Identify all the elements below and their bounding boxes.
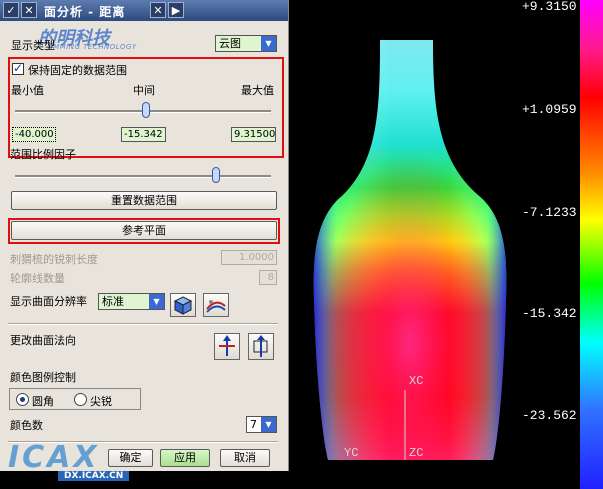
color-legend-bar	[580, 0, 603, 489]
scale-slider-track[interactable]	[15, 175, 271, 178]
divider	[8, 323, 278, 325]
radio-round-label: 圆角	[32, 395, 54, 408]
cancel-button[interactable]: 取消	[220, 449, 270, 467]
icax-watermark-logo: ICAX	[8, 440, 100, 475]
chevron-right-icon[interactable]: ▶	[168, 2, 184, 18]
keep-range-label: 保持固定的数据范围	[28, 64, 127, 77]
radio-round[interactable]	[16, 393, 29, 406]
legend-control-label: 颜色图例控制	[10, 371, 76, 384]
surface-mesh-icon[interactable]	[203, 293, 229, 317]
reverse-normal-icon[interactable]	[214, 333, 240, 360]
legend-style-radio-group: 圆角 尖锐	[9, 388, 141, 410]
spike-length-field[interactable]: 1.0000	[221, 250, 277, 265]
specify-normal-icon[interactable]	[248, 333, 274, 360]
display-type-label: 显示类型	[11, 39, 55, 52]
min-label: 最小值	[11, 84, 44, 97]
close-icon[interactable]: ✕	[21, 2, 37, 18]
cube-icon[interactable]	[170, 293, 196, 317]
chevron-down-icon: ▼	[261, 417, 276, 432]
legend-value-4: -15.342	[522, 306, 577, 321]
face-analysis-dialog: ✓ ✕ 面分析 - 距离 ✕ ▶ 的明科技 JIMMING TECHNOLOGY…	[0, 0, 289, 471]
display-type-select[interactable]: 云图 ▼	[215, 35, 277, 52]
close-icon-right[interactable]: ✕	[150, 2, 166, 18]
check-icon[interactable]: ✓	[3, 2, 19, 18]
legend-value-max: +9.3150	[522, 0, 577, 14]
radio-sharp-label: 尖锐	[90, 395, 112, 408]
scale-slider-thumb[interactable]	[212, 167, 220, 183]
scale-factor-label: 范围比例因子	[10, 148, 76, 161]
dialog-title: 面分析 - 距离	[44, 5, 126, 19]
axis-yc-label: YC	[344, 446, 359, 460]
spike-length-label: 刺猬梳的锐刺长度	[10, 253, 98, 266]
contour-count-field[interactable]: 8	[259, 270, 277, 285]
min-value-field[interactable]: -40.000	[12, 127, 56, 142]
mid-label: 中间	[133, 84, 155, 97]
axis-zc-label: ZC	[409, 446, 424, 460]
mid-slider-thumb[interactable]	[142, 102, 150, 118]
display-type-value: 云图	[219, 37, 241, 50]
reference-plane-button[interactable]: 参考平面	[11, 221, 277, 240]
radio-sharp[interactable]	[74, 393, 87, 406]
color-count-label: 颜色数	[10, 419, 43, 432]
chevron-down-icon: ▼	[149, 294, 164, 309]
dialog-title-bar[interactable]: ✓ ✕ 面分析 - 距离 ✕ ▶	[0, 0, 288, 21]
resolution-select[interactable]: 标准 ▼	[98, 293, 165, 310]
max-value-field[interactable]: 9.31500	[231, 127, 276, 142]
reset-range-button[interactable]: 重置数据范围	[11, 191, 277, 210]
legend-value-3: -7.1233	[522, 205, 577, 220]
color-count-value: 7	[250, 418, 257, 431]
jimming-watermark-subtext: JIMMING TECHNOLOGY	[48, 43, 137, 51]
color-count-select[interactable]: 7 ▼	[246, 416, 277, 433]
chevron-down-icon: ▼	[261, 36, 276, 51]
icax-watermark-url: DX.ICAX.CN	[58, 471, 130, 481]
change-normal-label: 更改曲面法向	[10, 334, 76, 347]
mid-value-field[interactable]: -15.342	[121, 127, 166, 142]
resolution-label: 显示曲面分辨率	[10, 295, 87, 308]
keep-range-checkbox[interactable]: ✓	[12, 61, 24, 75]
legend-value-2: +1.0959	[522, 102, 577, 117]
contour-count-label: 轮廓线数量	[10, 272, 65, 285]
resolution-value: 标准	[102, 295, 124, 308]
legend-value-5: -23.562	[522, 408, 577, 423]
max-label: 最大值	[241, 84, 274, 97]
checkmark-icon: ✓	[13, 61, 24, 75]
apply-button[interactable]: 应用	[160, 449, 210, 467]
ok-button[interactable]: 确定	[108, 449, 153, 467]
axis-xc-label: XC	[409, 374, 424, 388]
